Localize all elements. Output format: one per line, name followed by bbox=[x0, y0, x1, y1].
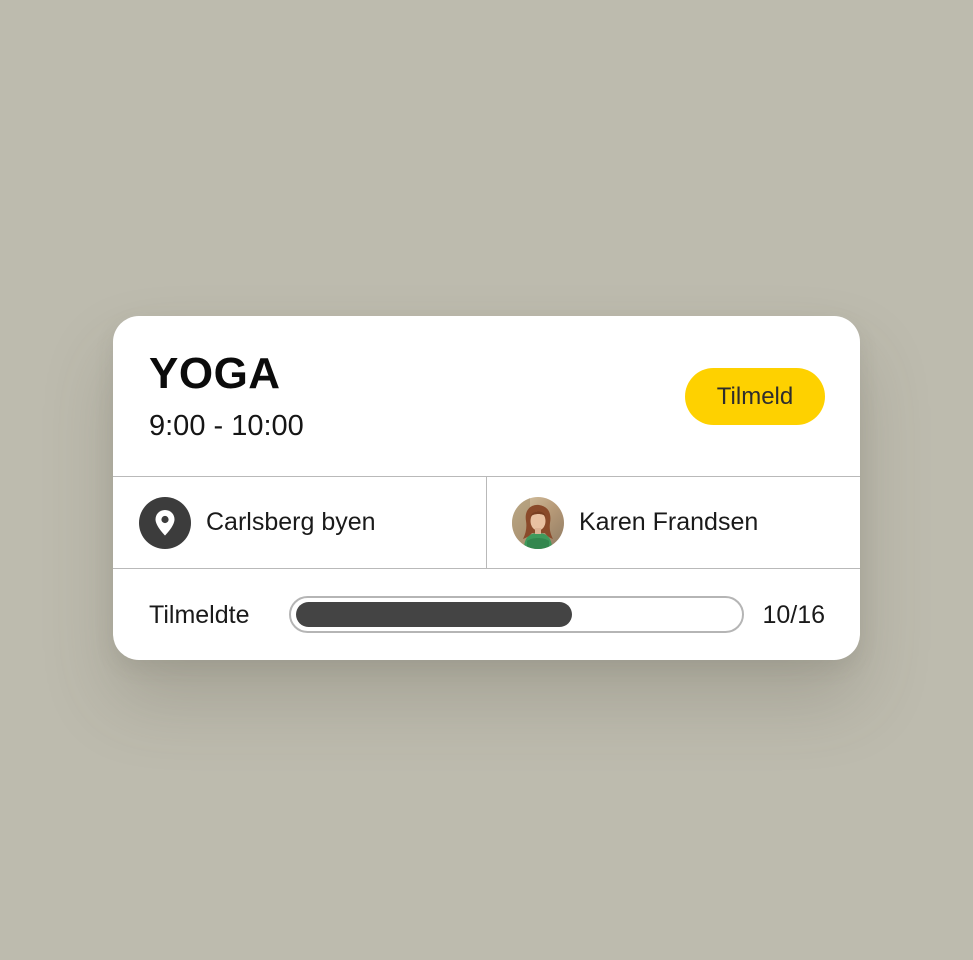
enrollment-progress-fill bbox=[296, 602, 572, 627]
class-time: 9:00 - 10:00 bbox=[149, 410, 304, 442]
instructor-cell: Karen Frandsen bbox=[487, 477, 860, 568]
signup-button[interactable]: Tilmeld bbox=[685, 368, 825, 425]
enrolled-label: Tilmeldte bbox=[149, 601, 250, 629]
location-name: Carlsberg byen bbox=[206, 508, 376, 536]
enrolled-count: 10/16 bbox=[762, 601, 825, 629]
class-card: YOGA 9:00 - 10:00 Tilmeld Carlsberg byen bbox=[113, 316, 860, 660]
info-row: Carlsberg byen Karen Frandsen bbox=[113, 477, 860, 569]
card-header: YOGA 9:00 - 10:00 Tilmeld bbox=[113, 316, 860, 477]
enrollment-row: Tilmeldte 10/16 bbox=[113, 569, 860, 660]
instructor-name: Karen Frandsen bbox=[579, 508, 759, 536]
enrollment-progress-bar bbox=[289, 596, 744, 633]
location-pin-icon bbox=[139, 496, 191, 549]
avatar bbox=[512, 496, 564, 549]
class-title: YOGA bbox=[149, 349, 281, 398]
location-cell: Carlsberg byen bbox=[113, 477, 487, 568]
